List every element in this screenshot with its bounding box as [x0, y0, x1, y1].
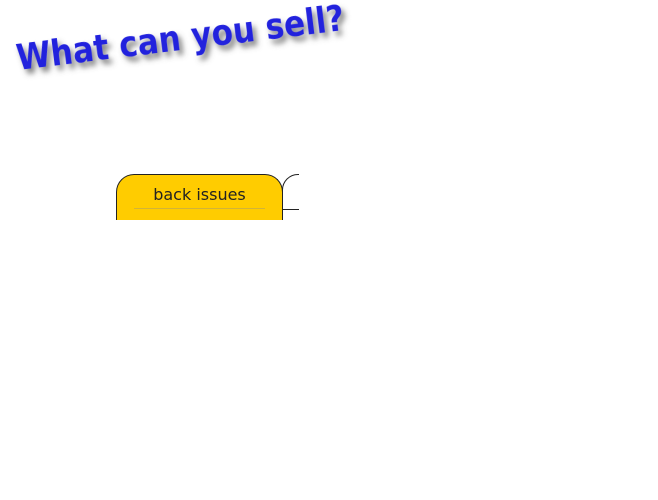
tab-underline-divider — [134, 208, 265, 209]
heading-text: What can you sell? — [14, 0, 347, 79]
page-heading: What can you sell? — [14, 0, 359, 83]
tab-back-issues-label: back issues — [153, 185, 246, 204]
tab-next[interactable] — [282, 174, 299, 210]
tab-back-issues[interactable]: back issues — [116, 174, 283, 220]
category-tabs: back issues — [116, 174, 299, 220]
